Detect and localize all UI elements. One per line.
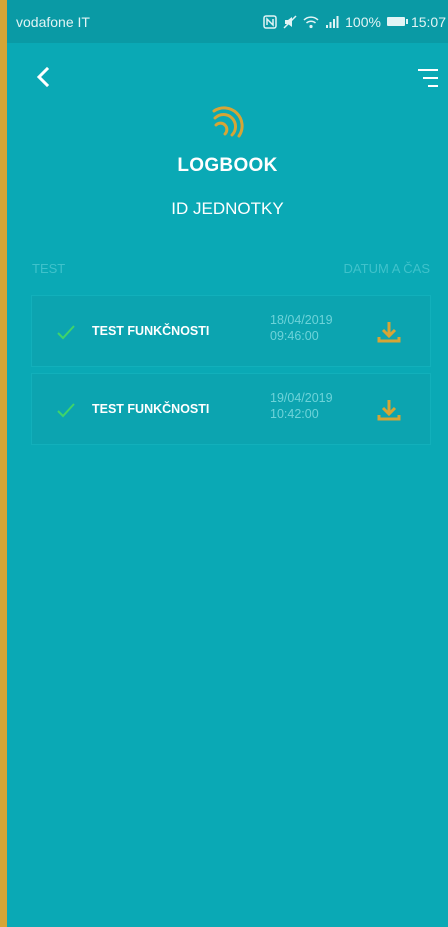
test-datetime: 19/04/2019 10:42:00 — [270, 390, 333, 422]
filter-menu-icon — [418, 69, 438, 87]
test-time: 10:42:00 — [270, 407, 319, 421]
left-edge-stripe — [0, 0, 7, 927]
column-header-test: TEST — [32, 261, 66, 276]
logbook-row[interactable]: TEST FUNKČNOSTI 19/04/2019 10:42:00 — [31, 373, 431, 445]
nfc-icon — [263, 14, 277, 29]
carrier-label: vodafone IT — [16, 13, 90, 30]
app-screen: vodafone IT 100% 15:07 LOGBOOK ID JEDNOT… — [7, 0, 448, 927]
mute-icon — [283, 14, 297, 29]
battery-icon — [386, 17, 408, 26]
check-icon — [57, 403, 75, 418]
unit-id-label: ID JEDNOTKY — [171, 199, 284, 218]
back-button[interactable] — [29, 63, 59, 93]
download-icon[interactable] — [376, 397, 402, 423]
column-headers: TEST DATUM A ČAS — [7, 261, 448, 281]
clock: 15:07 — [410, 13, 446, 30]
chevron-left-icon — [36, 66, 50, 88]
column-header-datetime: DATUM A ČAS — [343, 261, 430, 276]
logbook-row[interactable]: TEST FUNKČNOSTI 18/04/2019 09:46:00 — [31, 295, 431, 367]
top-bar — [7, 43, 448, 103]
page-title: LOGBOOK — [177, 155, 278, 176]
test-name: TEST FUNKČNOSTI — [92, 402, 210, 416]
page-header: LOGBOOK ID JEDNOTKY — [7, 103, 448, 219]
logbook-list: TEST FUNKČNOSTI 18/04/2019 09:46:00 TEST… — [31, 295, 431, 445]
check-icon — [57, 325, 75, 340]
test-date: 18/04/2019 — [270, 313, 333, 327]
test-time: 09:46:00 — [270, 329, 319, 343]
test-datetime: 18/04/2019 09:46:00 — [270, 312, 333, 344]
battery-percent: 100% — [345, 13, 381, 30]
download-icon[interactable] — [376, 319, 402, 345]
signal-icon — [325, 15, 339, 29]
filter-menu-button[interactable] — [412, 63, 442, 93]
test-date: 19/04/2019 — [270, 391, 333, 405]
status-icons: 100% 15:07 — [263, 14, 446, 30]
wireless-signal-icon — [212, 106, 244, 138]
test-name: TEST FUNKČNOSTI — [92, 324, 210, 338]
status-bar: vodafone IT 100% 15:07 — [7, 0, 448, 43]
wifi-icon — [303, 15, 319, 29]
